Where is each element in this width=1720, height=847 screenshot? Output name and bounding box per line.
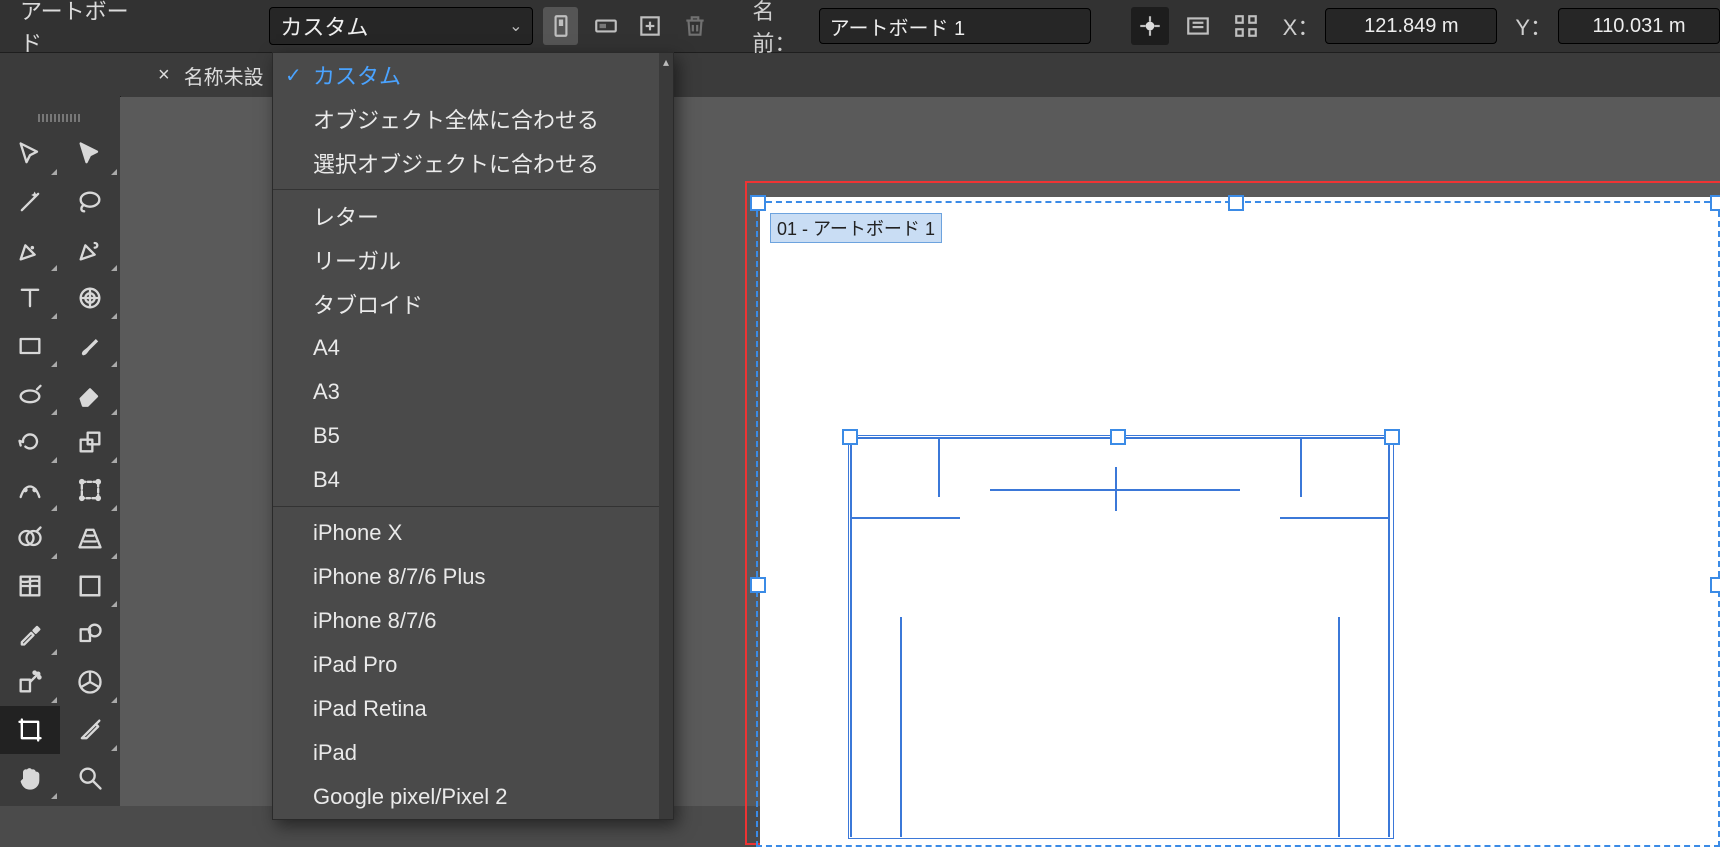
preset-option-label: カスタム — [313, 59, 401, 91]
preset-option[interactable]: A4 — [273, 326, 673, 370]
delete-artboard-button[interactable] — [678, 7, 713, 45]
preset-dropdown-trigger[interactable]: カスタム ⌄ — [269, 7, 533, 45]
preset-option[interactable]: レター — [273, 194, 673, 238]
preset-dropdown[interactable]: ▴ ✓カスタムオブジェクト全体に合わせる選択オブジェクトに合わせるレターリーガル… — [272, 52, 674, 820]
preset-option-label: iPad — [313, 740, 357, 766]
preset-option[interactable]: iPad Retina — [273, 687, 673, 731]
check-icon: ✓ — [285, 63, 302, 88]
rotate-tool[interactable] — [0, 418, 60, 466]
preset-option-label: 選択オブジェクトに合わせる — [313, 147, 599, 179]
control-bar: アートボード カスタム ⌄ 名前： X： Y： — [0, 0, 1720, 53]
y-label: Y： — [1515, 10, 1552, 42]
lasso-tool[interactable] — [60, 178, 120, 226]
preset-option-label: iPhone 8/7/6 Plus — [313, 564, 485, 590]
preset-option[interactable]: タブロイド — [273, 282, 673, 326]
preset-option[interactable]: Google pixel/Pixel 2 — [273, 775, 673, 819]
free-transform-tool[interactable] — [60, 466, 120, 514]
y-input[interactable] — [1558, 8, 1720, 44]
preset-option[interactable]: B5 — [273, 414, 673, 458]
direct-selection-tool[interactable] — [60, 130, 120, 178]
preset-selected-label: カスタム — [280, 10, 368, 42]
preset-option[interactable]: iPhone X — [273, 511, 673, 555]
eraser-tool[interactable] — [60, 370, 120, 418]
preset-option[interactable]: 選択オブジェクトに合わせる — [273, 141, 673, 185]
curvature-tool[interactable] — [60, 226, 120, 274]
artboard-handle[interactable] — [750, 195, 766, 211]
magic-wand-tool[interactable] — [0, 178, 60, 226]
preset-option[interactable]: ✓ カスタム — [273, 53, 673, 97]
polar-grid-tool[interactable] — [60, 274, 120, 322]
artboard-handle[interactable] — [1710, 195, 1720, 211]
artboard-handle[interactable] — [750, 577, 766, 593]
orientation-portrait-button[interactable] — [543, 7, 578, 45]
eyedropper-tool[interactable] — [0, 610, 60, 658]
preset-option-label: iPad Retina — [313, 696, 427, 722]
width-tool[interactable] — [0, 466, 60, 514]
blend-tool[interactable] — [60, 610, 120, 658]
artboard-label[interactable]: 01 - アートボード 1 — [770, 213, 942, 243]
rectangle-tool[interactable] — [0, 322, 60, 370]
hand-tool[interactable] — [0, 754, 60, 802]
preset-option[interactable]: iPad — [273, 731, 673, 775]
scale-tool[interactable] — [60, 418, 120, 466]
paintbrush-tool[interactable] — [60, 322, 120, 370]
preset-option-label: B4 — [313, 467, 340, 493]
selection-tool[interactable] — [0, 130, 60, 178]
preset-option-label: A3 — [313, 379, 340, 405]
preset-option[interactable]: iPhone 8/7/6 Plus — [273, 555, 673, 599]
shape-builder-tool[interactable] — [0, 514, 60, 562]
dropdown-separator — [273, 189, 673, 190]
preset-option-label: オブジェクト全体に合わせる — [313, 103, 599, 135]
slice-tool[interactable] — [60, 706, 120, 754]
preset-option-label: タブロイド — [313, 288, 423, 320]
artboard-selection[interactable] — [756, 201, 1720, 847]
preset-option-label: iPad Pro — [313, 652, 397, 678]
preset-option-label: A4 — [313, 335, 340, 361]
preset-option-label: リーガル — [313, 244, 401, 276]
new-artboard-button[interactable] — [633, 7, 668, 45]
header-right-icons — [1121, 7, 1265, 45]
orientation-landscape-button[interactable] — [588, 7, 623, 45]
gradient-tool[interactable] — [60, 562, 120, 610]
type-tool[interactable] — [0, 274, 60, 322]
artboard-tool[interactable] — [0, 706, 60, 754]
document-tab[interactable]: × 名称未設 — [140, 61, 282, 90]
trash-icon — [682, 13, 708, 39]
preset-option[interactable]: リーガル — [273, 238, 673, 282]
symbol-sprayer-tool[interactable] — [0, 658, 60, 706]
document-tab-bar: × 名称未設 — [0, 53, 1720, 99]
artboard-options-button[interactable] — [1179, 7, 1217, 45]
mode-title: アートボード — [0, 0, 159, 58]
preset-option[interactable]: iPhone 8/7/6 — [273, 599, 673, 643]
preset-option[interactable]: A3 — [273, 370, 673, 414]
artboard-handle[interactable] — [1710, 577, 1720, 593]
preset-option-label: B5 — [313, 423, 340, 449]
zoom-tool[interactable] — [60, 754, 120, 802]
perspective-grid-tool[interactable] — [60, 514, 120, 562]
preset-option[interactable]: オブジェクト全体に合わせる — [273, 97, 673, 141]
x-input[interactable] — [1325, 8, 1497, 44]
pen-tool[interactable] — [0, 226, 60, 274]
preset-option[interactable]: iPad Pro — [273, 643, 673, 687]
grid-toggle-button[interactable] — [1227, 7, 1265, 45]
tools-panel — [0, 96, 121, 806]
x-label: X： — [1283, 10, 1320, 42]
close-tab-icon[interactable]: × — [158, 64, 170, 87]
preset-option-label: Google pixel/Pixel 2 — [313, 784, 507, 810]
preset-option-label: iPhone X — [313, 520, 402, 546]
preset-option[interactable]: B4 — [273, 458, 673, 502]
chevron-down-icon: ⌄ — [509, 16, 522, 36]
artboard-handle[interactable] — [1228, 195, 1244, 211]
dropdown-separator — [273, 506, 673, 507]
column-graph-tool[interactable] — [60, 658, 120, 706]
preset-option-label: レター — [313, 200, 379, 232]
panel-grip[interactable] — [38, 114, 82, 122]
artboard-name-input[interactable] — [819, 8, 1091, 44]
reference-point-button[interactable] — [1131, 7, 1169, 45]
shaper-tool[interactable] — [0, 370, 60, 418]
document-tab-label: 名称未設 — [184, 61, 264, 90]
mesh-tool[interactable] — [0, 562, 60, 610]
name-label: 名前： — [752, 0, 812, 58]
preset-option-label: iPhone 8/7/6 — [313, 608, 437, 634]
